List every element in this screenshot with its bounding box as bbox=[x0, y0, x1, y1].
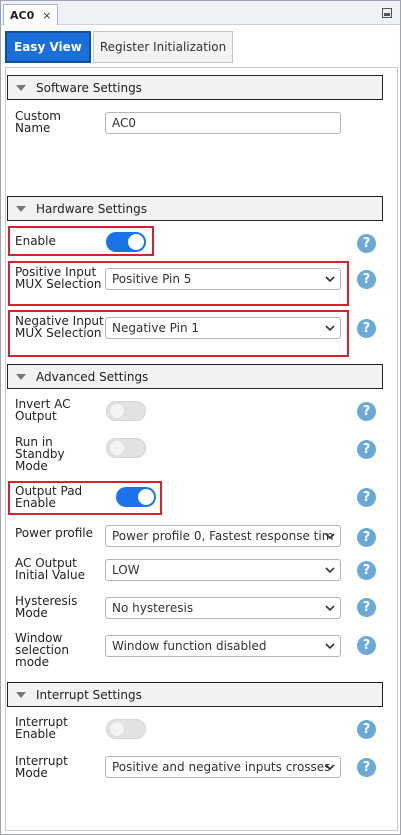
window-mode-value: Window function disabled bbox=[112, 639, 267, 653]
collapse-triangle-icon bbox=[16, 84, 26, 91]
run-standby-toggle[interactable] bbox=[106, 438, 146, 458]
help-icon[interactable]: ? bbox=[357, 234, 376, 253]
view-tabs: Easy View Register Initialization bbox=[5, 31, 234, 63]
help-icon[interactable]: ? bbox=[357, 598, 376, 617]
window-mode-label: Window selection mode bbox=[15, 631, 69, 669]
invert-output-toggle[interactable] bbox=[106, 401, 146, 421]
collapse-triangle-icon bbox=[16, 373, 26, 380]
minimize-icon[interactable] bbox=[382, 8, 392, 18]
interrupt-mode-label: Interrupt Mode bbox=[15, 754, 68, 780]
chevron-down-icon bbox=[325, 276, 335, 283]
help-icon[interactable]: ? bbox=[357, 270, 376, 289]
toggle-knob bbox=[109, 721, 125, 737]
negative-mux-value: Negative Pin 1 bbox=[112, 321, 200, 335]
help-icon[interactable]: ? bbox=[357, 561, 376, 580]
hysteresis-label: Hysteresis Mode bbox=[15, 594, 78, 620]
power-profile-select[interactable]: Power profile 0, Fastest response tim bbox=[105, 525, 341, 547]
initial-value-label: AC Output Initial Value bbox=[15, 556, 85, 582]
output-pad-toggle[interactable] bbox=[116, 487, 156, 507]
custom-name-label: Custom Name bbox=[15, 109, 61, 135]
positive-mux-select[interactable]: Positive Pin 5 bbox=[105, 268, 341, 290]
interrupt-enable-label: Interrupt Enable bbox=[15, 715, 68, 741]
help-icon[interactable]: ? bbox=[357, 402, 376, 421]
output-pad-label: Output Pad Enable bbox=[15, 484, 83, 510]
tab-easy-view[interactable]: Easy View bbox=[5, 31, 91, 63]
collapse-triangle-icon bbox=[16, 691, 26, 698]
chevron-down-icon bbox=[325, 325, 335, 332]
section-title: Hardware Settings bbox=[36, 201, 147, 216]
initial-value-select[interactable]: LOW bbox=[105, 559, 341, 581]
collapse-triangle-icon bbox=[16, 205, 26, 212]
run-standby-label: Run in Standby Mode bbox=[15, 435, 65, 473]
toggle-knob bbox=[109, 440, 125, 456]
hysteresis-select[interactable]: No hysteresis bbox=[105, 597, 341, 619]
chevron-down-icon bbox=[325, 643, 335, 650]
document-tab-bar: AC0 × bbox=[1, 1, 400, 25]
section-software-settings[interactable]: Software Settings bbox=[7, 75, 383, 100]
invert-output-label: Invert AC Output bbox=[15, 397, 71, 423]
ac0-configuration-panel: AC0 × Easy View Register Initialization … bbox=[0, 0, 401, 835]
section-title: Advanced Settings bbox=[36, 369, 149, 384]
negative-mux-label: Negative Input MUX Selection bbox=[15, 314, 104, 340]
hysteresis-value: No hysteresis bbox=[112, 601, 194, 615]
interrupt-mode-value: Positive and negative inputs crosses bbox=[112, 760, 331, 774]
chevron-down-icon bbox=[325, 533, 335, 540]
section-title: Software Settings bbox=[36, 80, 142, 95]
negative-mux-select[interactable]: Negative Pin 1 bbox=[105, 317, 341, 339]
power-profile-value: Power profile 0, Fastest response tim bbox=[112, 529, 334, 543]
tab-ac0-label: AC0 bbox=[10, 8, 35, 22]
interrupt-enable-toggle[interactable] bbox=[106, 719, 146, 739]
help-icon[interactable]: ? bbox=[357, 528, 376, 547]
section-advanced-settings[interactable]: Advanced Settings bbox=[7, 364, 383, 389]
help-icon[interactable]: ? bbox=[357, 440, 376, 459]
positive-mux-label: Positive Input MUX Selection bbox=[15, 265, 102, 291]
tab-register-initialization[interactable]: Register Initialization bbox=[92, 31, 234, 63]
window-mode-select[interactable]: Window function disabled bbox=[105, 635, 341, 657]
toggle-knob bbox=[128, 234, 144, 250]
toggle-knob bbox=[109, 403, 125, 419]
custom-name-input[interactable]: AC0 bbox=[105, 112, 341, 134]
help-icon[interactable]: ? bbox=[357, 636, 376, 655]
chevron-down-icon bbox=[325, 567, 335, 574]
help-icon[interactable]: ? bbox=[357, 488, 376, 507]
enable-label: Enable bbox=[15, 234, 56, 248]
section-title: Interrupt Settings bbox=[36, 687, 142, 702]
enable-toggle[interactable] bbox=[106, 232, 146, 252]
section-interrupt-settings[interactable]: Interrupt Settings bbox=[7, 682, 383, 707]
toggle-knob bbox=[138, 489, 154, 505]
close-icon[interactable]: × bbox=[42, 9, 51, 22]
help-icon[interactable]: ? bbox=[357, 758, 376, 777]
initial-value-value: LOW bbox=[112, 563, 140, 577]
chevron-down-icon bbox=[325, 764, 335, 771]
power-profile-label: Power profile bbox=[15, 526, 93, 540]
chevron-down-icon bbox=[325, 605, 335, 612]
help-icon[interactable]: ? bbox=[357, 319, 376, 338]
section-hardware-settings[interactable]: Hardware Settings bbox=[7, 196, 383, 221]
help-icon[interactable]: ? bbox=[357, 720, 376, 739]
positive-mux-value: Positive Pin 5 bbox=[112, 272, 192, 286]
tab-ac0[interactable]: AC0 × bbox=[3, 4, 59, 25]
interrupt-mode-select[interactable]: Positive and negative inputs crosses bbox=[105, 756, 341, 778]
